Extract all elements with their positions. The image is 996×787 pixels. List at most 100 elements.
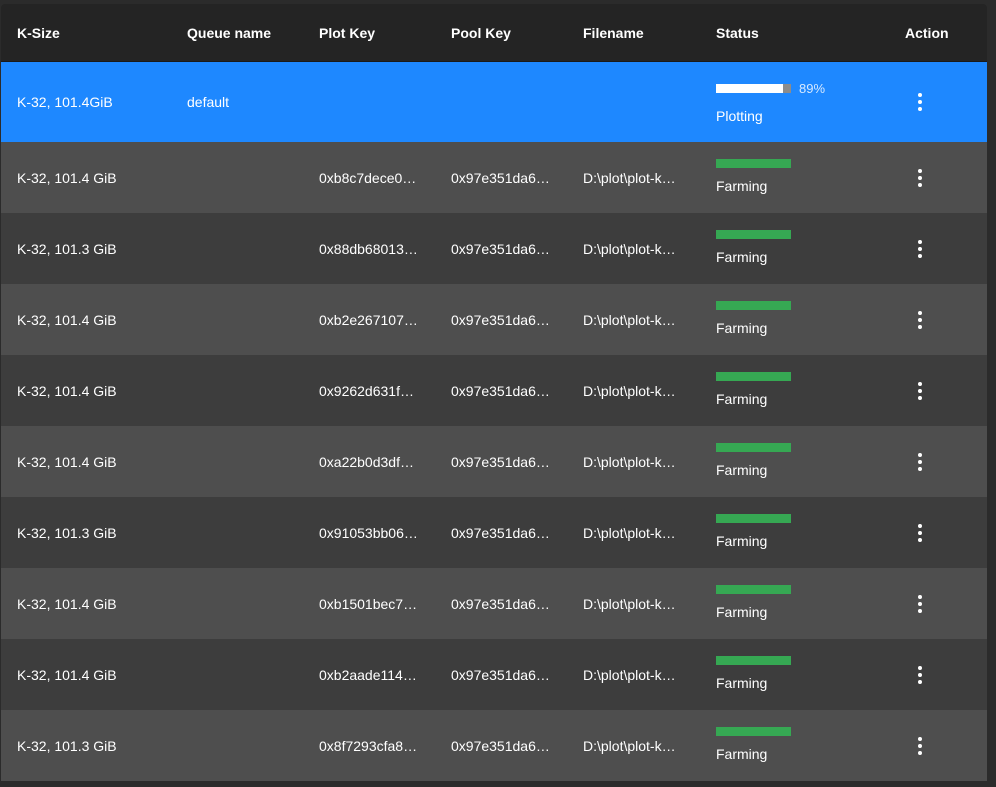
filename-cell: D:\plot\plot-k…	[583, 426, 683, 497]
plot-key-cell: 0x8f7293cfa8…	[319, 710, 419, 781]
ksize-text: K-32, 101.4 GiB	[17, 453, 117, 470]
filename-cell: D:\plot\plot-k…	[583, 639, 683, 710]
plot-key-text: 0xb8c7dece0…	[319, 169, 417, 186]
header-pool-key[interactable]: Pool Key	[451, 4, 551, 61]
pool-key-text: 0x97e351da6…	[451, 311, 550, 328]
plotting-progress-percent: 89%	[799, 81, 826, 96]
pool-key-cell: 0x97e351da6…	[451, 710, 551, 781]
filename-cell: D:\plot\plot-k…	[583, 497, 683, 568]
farming-status-bar	[716, 230, 791, 239]
ksize-text: K-32, 101.4 GiB	[17, 169, 117, 186]
farming-status-bar	[716, 159, 791, 168]
filename-text: D:\plot\plot-k…	[583, 453, 676, 470]
pool-key-cell: 0x97e351da6…	[451, 568, 551, 639]
ksize-cell: K-32, 101.4 GiB	[17, 284, 177, 355]
status-cell: Farming	[716, 142, 876, 213]
plot-key-cell: 0x88db68013…	[319, 213, 419, 284]
ksize-text: K-32, 101.3 GiB	[17, 737, 117, 754]
table-row[interactable]: K-32, 101.3 GiB 0x88db68013… 0x97e351da6…	[1, 213, 987, 284]
plots-table: K-Size Queue name Plot Key Pool Key File…	[1, 4, 987, 781]
table-row[interactable]: K-32, 101.3 GiB 0x8f7293cfa8… 0x97e351da…	[1, 710, 987, 781]
ksize-text: K-32, 101.4 GiB	[17, 311, 117, 328]
farming-status-bar	[716, 585, 791, 594]
pool-key-text: 0x97e351da6…	[451, 240, 550, 257]
status-cell: Farming	[716, 355, 876, 426]
table-row[interactable]: K-32, 101.3 GiB 0x91053bb06… 0x97e351da6…	[1, 497, 987, 568]
ksize-cell: K-32, 101.4 GiB	[17, 568, 177, 639]
scrollbar-track[interactable]	[988, 0, 996, 787]
status-cell: Farming	[716, 213, 876, 284]
filename-text: D:\plot\plot-k…	[583, 240, 676, 257]
ksize-cell: K-32, 101.4 GiB	[17, 426, 177, 497]
header-ksize-label: K-Size	[17, 24, 60, 41]
more-vert-icon[interactable]	[914, 93, 926, 111]
status-label: Farming	[716, 178, 768, 194]
table-row[interactable]: K-32, 101.4 GiB 0xb1501bec7… 0x97e351da6…	[1, 568, 987, 639]
more-vert-icon[interactable]	[914, 452, 926, 471]
more-vert-icon[interactable]	[914, 168, 926, 187]
ksize-text: K-32, 101.4GiB	[17, 94, 113, 110]
status-cell: 89% Plotting	[716, 62, 876, 142]
farming-status-bar	[716, 514, 791, 523]
header-plot-key-label: Plot Key	[319, 24, 376, 41]
pool-key-cell: 0x97e351da6…	[451, 213, 551, 284]
table-row[interactable]: K-32, 101.4 GiB 0xb2aade114… 0x97e351da6…	[1, 639, 987, 710]
farming-status-bar	[716, 656, 791, 665]
more-vert-icon[interactable]	[914, 736, 926, 755]
status-label: Plotting	[716, 108, 763, 124]
plot-key-cell: 0xa22b0d3df…	[319, 426, 419, 497]
ksize-text: K-32, 101.4 GiB	[17, 382, 117, 399]
filename-text: D:\plot\plot-k…	[583, 595, 676, 612]
table-row[interactable]: K-32, 101.4 GiB 0x9262d631f… 0x97e351da6…	[1, 355, 987, 426]
status-cell: Farming	[716, 284, 876, 355]
more-vert-icon[interactable]	[914, 594, 926, 613]
filename-cell: D:\plot\plot-k…	[583, 142, 683, 213]
ksize-cell: K-32, 101.3 GiB	[17, 213, 177, 284]
pool-key-cell: 0x97e351da6…	[451, 497, 551, 568]
status-cell: Farming	[716, 497, 876, 568]
more-vert-icon[interactable]	[914, 310, 926, 329]
header-status[interactable]: Status	[716, 4, 876, 61]
plot-key-cell: 0xb8c7dece0…	[319, 142, 419, 213]
header-pool-key-label: Pool Key	[451, 24, 511, 41]
status-label: Farming	[716, 320, 768, 336]
status-label: Farming	[716, 533, 768, 549]
header-action: Action	[905, 4, 965, 61]
plot-key-text: 0x88db68013…	[319, 240, 418, 257]
filename-text: D:\plot\plot-k…	[583, 382, 676, 399]
plot-key-text: 0x9262d631f…	[319, 382, 414, 399]
filename-text: D:\plot\plot-k…	[583, 666, 676, 683]
ksize-cell: K-32, 101.3 GiB	[17, 497, 177, 568]
filename-cell: D:\plot\plot-k…	[583, 284, 683, 355]
header-filename-label: Filename	[583, 24, 644, 41]
pool-key-text: 0x97e351da6…	[451, 666, 550, 683]
pool-key-cell: 0x97e351da6…	[451, 355, 551, 426]
more-vert-icon[interactable]	[914, 381, 926, 400]
more-vert-icon[interactable]	[914, 239, 926, 258]
header-plot-key[interactable]: Plot Key	[319, 4, 419, 61]
plot-key-text: 0x8f7293cfa8…	[319, 737, 418, 754]
ksize-cell: K-32, 101.4 GiB	[17, 639, 177, 710]
header-ksize[interactable]: K-Size	[17, 4, 177, 61]
plot-key-cell: 0x9262d631f…	[319, 355, 419, 426]
header-status-label: Status	[716, 24, 759, 41]
table-row[interactable]: K-32, 101.4 GiB 0xb8c7dece0… 0x97e351da6…	[1, 142, 987, 213]
header-queue-label: Queue name	[187, 24, 272, 41]
plot-key-cell: 0xb2e267107…	[319, 284, 419, 355]
plotting-progress-fill	[716, 84, 783, 93]
header-filename[interactable]: Filename	[583, 4, 683, 61]
table-row[interactable]: K-32, 101.4 GiB 0xb2e267107… 0x97e351da6…	[1, 284, 987, 355]
table-row[interactable]: K-32, 101.4 GiB 0xa22b0d3df… 0x97e351da6…	[1, 426, 987, 497]
status-cell: Farming	[716, 710, 876, 781]
status-cell: Farming	[716, 639, 876, 710]
pool-key-text: 0x97e351da6…	[451, 737, 550, 754]
header-queue-name[interactable]: Queue name	[187, 4, 307, 61]
more-vert-icon[interactable]	[914, 523, 926, 542]
filename-cell: D:\plot\plot-k…	[583, 568, 683, 639]
farming-status-bar	[716, 372, 791, 381]
table-row-plotting[interactable]: K-32, 101.4GiB default 89% Plotting	[1, 62, 987, 142]
more-vert-icon[interactable]	[914, 665, 926, 684]
queue-cell: default	[187, 62, 307, 142]
plot-key-text: 0xa22b0d3df…	[319, 453, 414, 470]
plot-rows: K-32, 101.4 GiB 0xb8c7dece0… 0x97e351da6…	[1, 142, 987, 781]
